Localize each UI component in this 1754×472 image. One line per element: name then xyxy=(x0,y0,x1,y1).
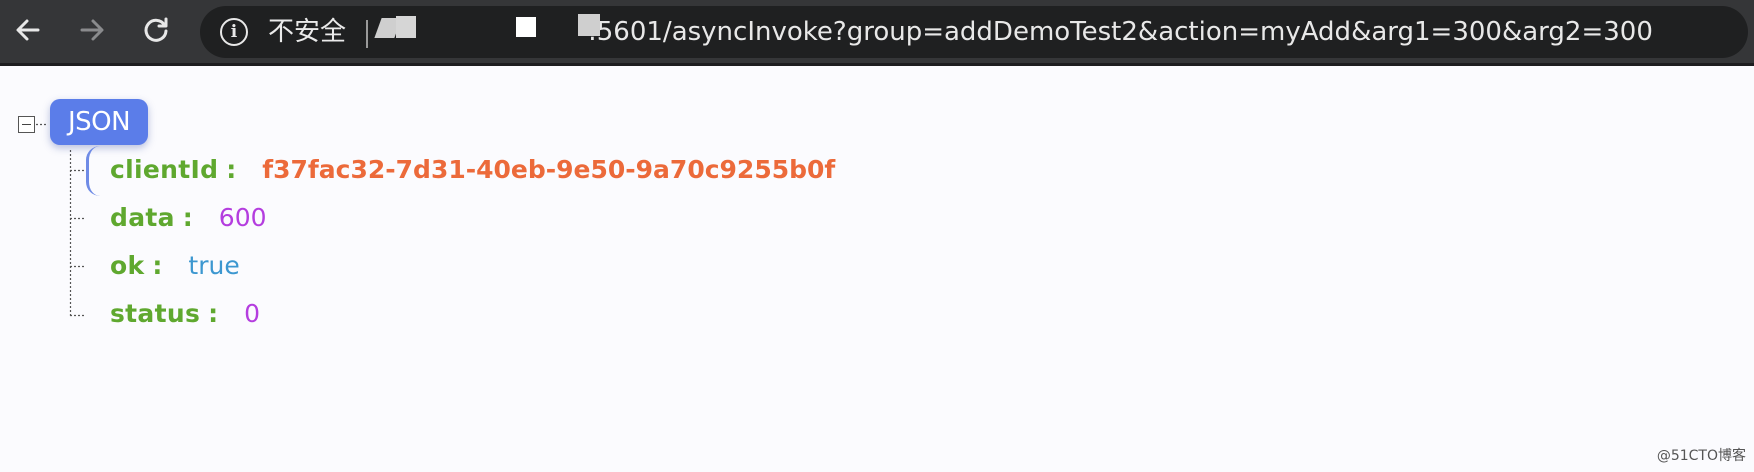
json-key: status xyxy=(110,299,201,328)
browser-toolbar: i 不安全 :5601/asyncInvoke?group=addDemoTes… xyxy=(0,0,1754,66)
json-entry-ok: ok: true xyxy=(110,248,240,284)
reload-icon xyxy=(144,17,168,42)
security-status-label[interactable]: 不安全 xyxy=(268,17,346,47)
collapse-minus-icon[interactable] xyxy=(18,116,35,133)
object-open-brace xyxy=(86,146,102,196)
json-colon: : xyxy=(208,299,219,328)
redaction-mark xyxy=(578,14,600,36)
forward-button[interactable] xyxy=(72,10,112,50)
json-value-string: f37fac32-7d31-40eb-9e50-9a70c9255b0f xyxy=(262,155,836,184)
json-root-badge[interactable]: JSON xyxy=(50,99,148,145)
address-divider xyxy=(366,20,368,48)
url-text[interactable]: :5601/asyncInvoke?group=addDemoTest2&act… xyxy=(588,17,1653,47)
redaction-mark xyxy=(396,16,416,38)
info-icon-glyph: i xyxy=(230,21,238,42)
json-entry-status: status:0 xyxy=(110,296,260,332)
arrow-right-icon xyxy=(80,19,104,41)
json-value-number: 0 xyxy=(244,299,261,328)
address-bar[interactable]: i 不安全 :5601/asyncInvoke?group=addDemoTes… xyxy=(200,6,1748,58)
json-key: data xyxy=(110,203,175,232)
json-key: clientId xyxy=(110,155,219,184)
json-key: ok xyxy=(110,251,145,280)
watermark: @51CTO博客 xyxy=(1656,448,1746,464)
json-entry-data: data:600 xyxy=(110,200,267,236)
reload-button[interactable] xyxy=(136,10,176,50)
json-colon: : xyxy=(152,251,163,280)
json-colon: : xyxy=(226,155,237,184)
json-root-label: JSON xyxy=(67,107,131,137)
json-value-boolean: true xyxy=(188,251,240,280)
json-viewer: JSON clientId: f37fac32-7d31-40eb-9e50-9a… xyxy=(0,66,1754,472)
json-value-number: 600 xyxy=(218,203,267,232)
info-icon[interactable]: i xyxy=(220,18,248,46)
back-button[interactable] xyxy=(8,10,48,50)
arrow-left-icon xyxy=(16,19,40,41)
json-colon: : xyxy=(182,203,193,232)
redaction-mark xyxy=(516,17,536,37)
json-entry-clientid: clientId: f37fac32-7d31-40eb-9e50-9a70c92… xyxy=(110,152,835,188)
